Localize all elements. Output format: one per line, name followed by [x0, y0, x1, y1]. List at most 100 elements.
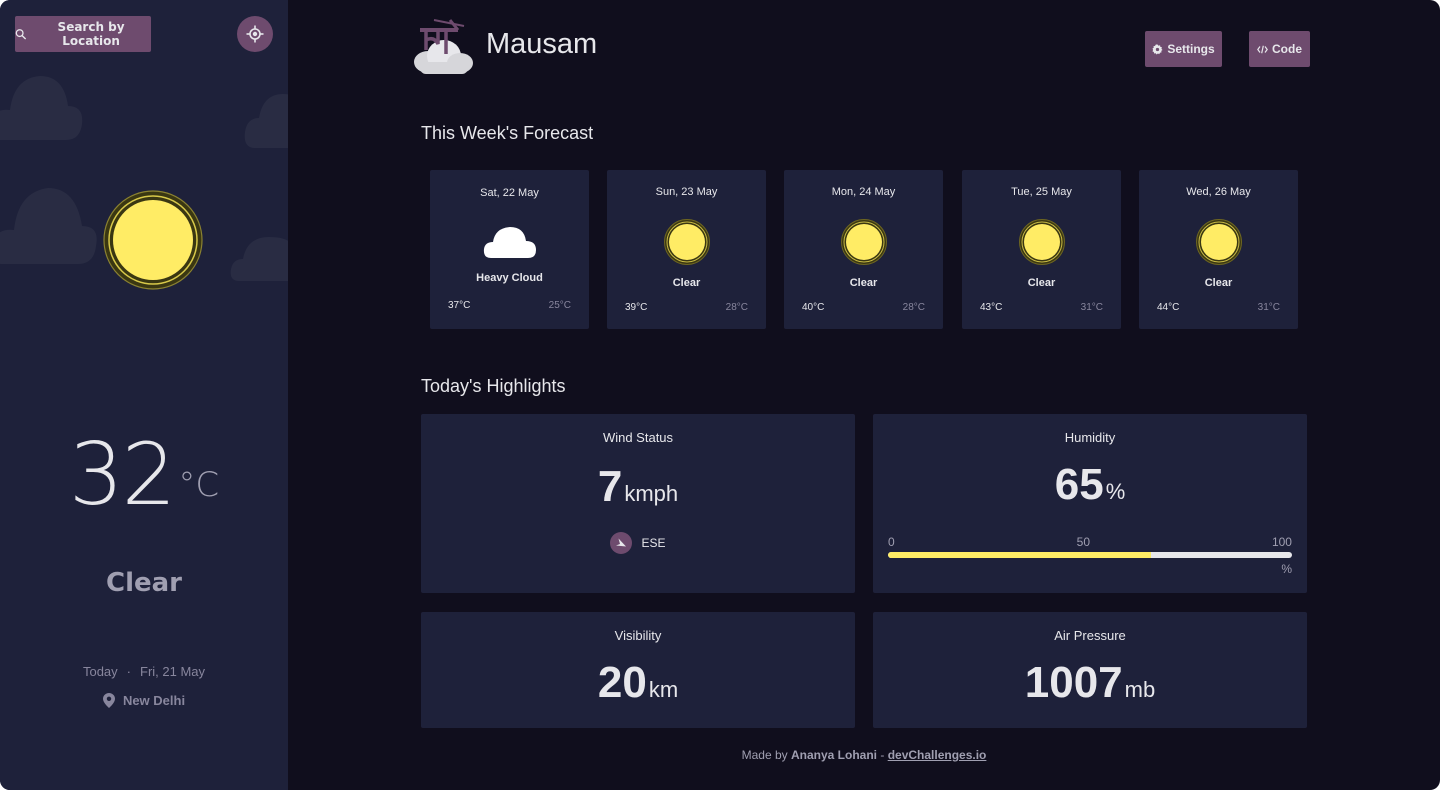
forecast-date: Sat, 22 May	[480, 187, 539, 199]
wind-status-card: Wind Status 7 kmph ESE	[421, 414, 855, 593]
sun-icon	[1018, 219, 1065, 265]
today-label: Today	[82, 664, 118, 679]
background-cloud-icon	[230, 237, 288, 281]
footer: Made by Ananya Lohani - devChallenges.io	[288, 748, 1440, 762]
forecast-min-temp: 31°C	[1257, 302, 1280, 313]
sun-icon	[103, 190, 203, 290]
forecast-condition: Clear	[849, 277, 878, 289]
wind-speed: 7 kmph	[421, 462, 855, 512]
forecast-card: Sat, 22 May Heavy Cloud 37°C 25°C	[430, 170, 589, 329]
humidity-scale-unit: %	[1281, 562, 1292, 576]
search-location-label: Search by Location	[57, 20, 125, 48]
wind-speed-unit: kmph	[624, 481, 679, 506]
app-window: Search by Location 32 °C Clear Today · Fri…	[0, 0, 1440, 790]
forecast-card: Mon, 24 May Clear 40°C 28°C	[784, 170, 943, 329]
humidity-value-group: 65 %	[873, 460, 1307, 510]
date-line: Today · Fri, 21 May	[0, 664, 288, 679]
temperature-unit: °C	[178, 465, 220, 505]
cloud-icon	[483, 227, 536, 258]
humidity-scale-mid: 50	[1076, 535, 1090, 549]
wind-direction-badge	[610, 532, 633, 554]
current-location-button[interactable]	[237, 16, 273, 52]
forecast-max-temp: 39°C	[625, 302, 648, 313]
forecast-date: Wed, 26 May	[1186, 186, 1251, 198]
footer-made-by: Made by	[741, 748, 788, 762]
sun-icon	[663, 219, 710, 265]
devchallenges-link[interactable]: devChallenges.io	[888, 748, 987, 762]
footer-dash: -	[880, 748, 885, 762]
map-pin-icon	[102, 693, 115, 708]
forecast-min-temp: 31°C	[1080, 302, 1103, 313]
visibility-value: 20	[597, 658, 647, 707]
humidity-card: Humidity 65 % 0 50 100 %	[873, 414, 1307, 593]
humidity-progress-fill	[888, 552, 1151, 558]
humidity-scale-min: 0	[888, 535, 895, 549]
forecast-condition: Clear	[672, 277, 701, 289]
wind-direction: ESE	[421, 532, 855, 554]
wind-direction-label: ESE	[641, 536, 666, 550]
humidity-title: Humidity	[1064, 430, 1116, 445]
humidity-scale: 0 50 100	[888, 535, 1292, 549]
forecast-card: Tue, 25 May Clear 43°C 31°C	[962, 170, 1121, 329]
search-location-button[interactable]: Search by Location	[15, 16, 151, 52]
forecast-condition: Heavy Cloud	[476, 272, 543, 284]
forecast-card: Wed, 26 May Clear 44°C 31°C	[1139, 170, 1298, 329]
forecast-max-temp: 43°C	[980, 302, 1003, 313]
forecast-max-temp: 44°C	[1157, 302, 1180, 313]
forecast-max-temp: 37°C	[448, 300, 471, 311]
brand-title: Mausam	[486, 28, 598, 60]
air-pressure-value: 1007	[1024, 658, 1123, 707]
humidity-value: 65	[1054, 460, 1104, 509]
current-temperature: 32 °C	[0, 425, 288, 525]
code-button[interactable]: Code	[1249, 31, 1310, 67]
forecast-date: Mon, 24 May	[831, 186, 896, 198]
current-date: Fri, 21 May	[140, 664, 206, 679]
forecast-min-temp: 25°C	[548, 300, 571, 311]
humidity-unit: %	[1105, 479, 1126, 504]
gear-icon	[1152, 43, 1163, 55]
current-condition: Clear	[106, 568, 182, 598]
date-separator: ·	[126, 664, 132, 679]
air-pressure-title: Air Pressure	[1054, 628, 1126, 643]
code-label: Code	[1272, 42, 1302, 56]
air-pressure-card: Air Pressure 1007 mb	[873, 612, 1307, 728]
settings-label: Settings	[1167, 42, 1215, 56]
sun-icon	[840, 219, 887, 265]
forecast-condition: Clear	[1204, 277, 1233, 289]
visibility-title: Visibility	[614, 628, 662, 643]
navigation-arrow-icon	[616, 538, 627, 547]
highlights-heading: Today's Highlights	[421, 376, 566, 396]
forecast-min-temp: 28°C	[902, 302, 925, 313]
gps-crosshair-icon	[246, 25, 264, 43]
code-icon	[1257, 45, 1268, 53]
location-name: New Delhi	[122, 693, 186, 708]
wind-status-title: Wind Status	[602, 430, 674, 445]
air-pressure-value-group: 1007 mb	[873, 658, 1307, 708]
forecast-min-temp: 28°C	[725, 302, 748, 313]
forecast-heading: This Week's Forecast	[421, 123, 594, 143]
background-cloud-icon	[0, 76, 83, 140]
location-line: New Delhi	[0, 693, 288, 708]
visibility-unit: km	[648, 677, 679, 702]
forecast-card: Sun, 23 May Clear 39°C 28°C	[607, 170, 766, 329]
footer-author: Ananya Lohani	[790, 748, 877, 762]
background-cloud-icon	[0, 188, 97, 264]
main-content: Mausam Settings Code This Week's Forecas…	[288, 0, 1440, 790]
forecast-date: Tue, 25 May	[1011, 186, 1072, 198]
humidity-scale-max: 100	[1271, 535, 1292, 549]
search-icon	[15, 29, 26, 40]
wind-speed-value: 7	[597, 462, 623, 511]
forecast-date: Sun, 23 May	[655, 186, 718, 198]
mausam-logo-icon	[414, 19, 473, 74]
background-cloud-icon	[244, 94, 288, 148]
temperature-value: 32	[68, 425, 176, 525]
visibility-card: Visibility 20 km	[421, 612, 855, 728]
sun-icon	[1195, 219, 1242, 265]
sidebar: Search by Location 32 °C Clear Today · Fri…	[0, 0, 288, 790]
visibility-value-group: 20 km	[421, 658, 855, 708]
settings-button[interactable]: Settings	[1145, 31, 1222, 67]
forecast-max-temp: 40°C	[802, 302, 825, 313]
air-pressure-unit: mb	[1124, 677, 1156, 702]
forecast-condition: Clear	[1027, 277, 1056, 289]
humidity-progress-bar	[888, 552, 1292, 558]
